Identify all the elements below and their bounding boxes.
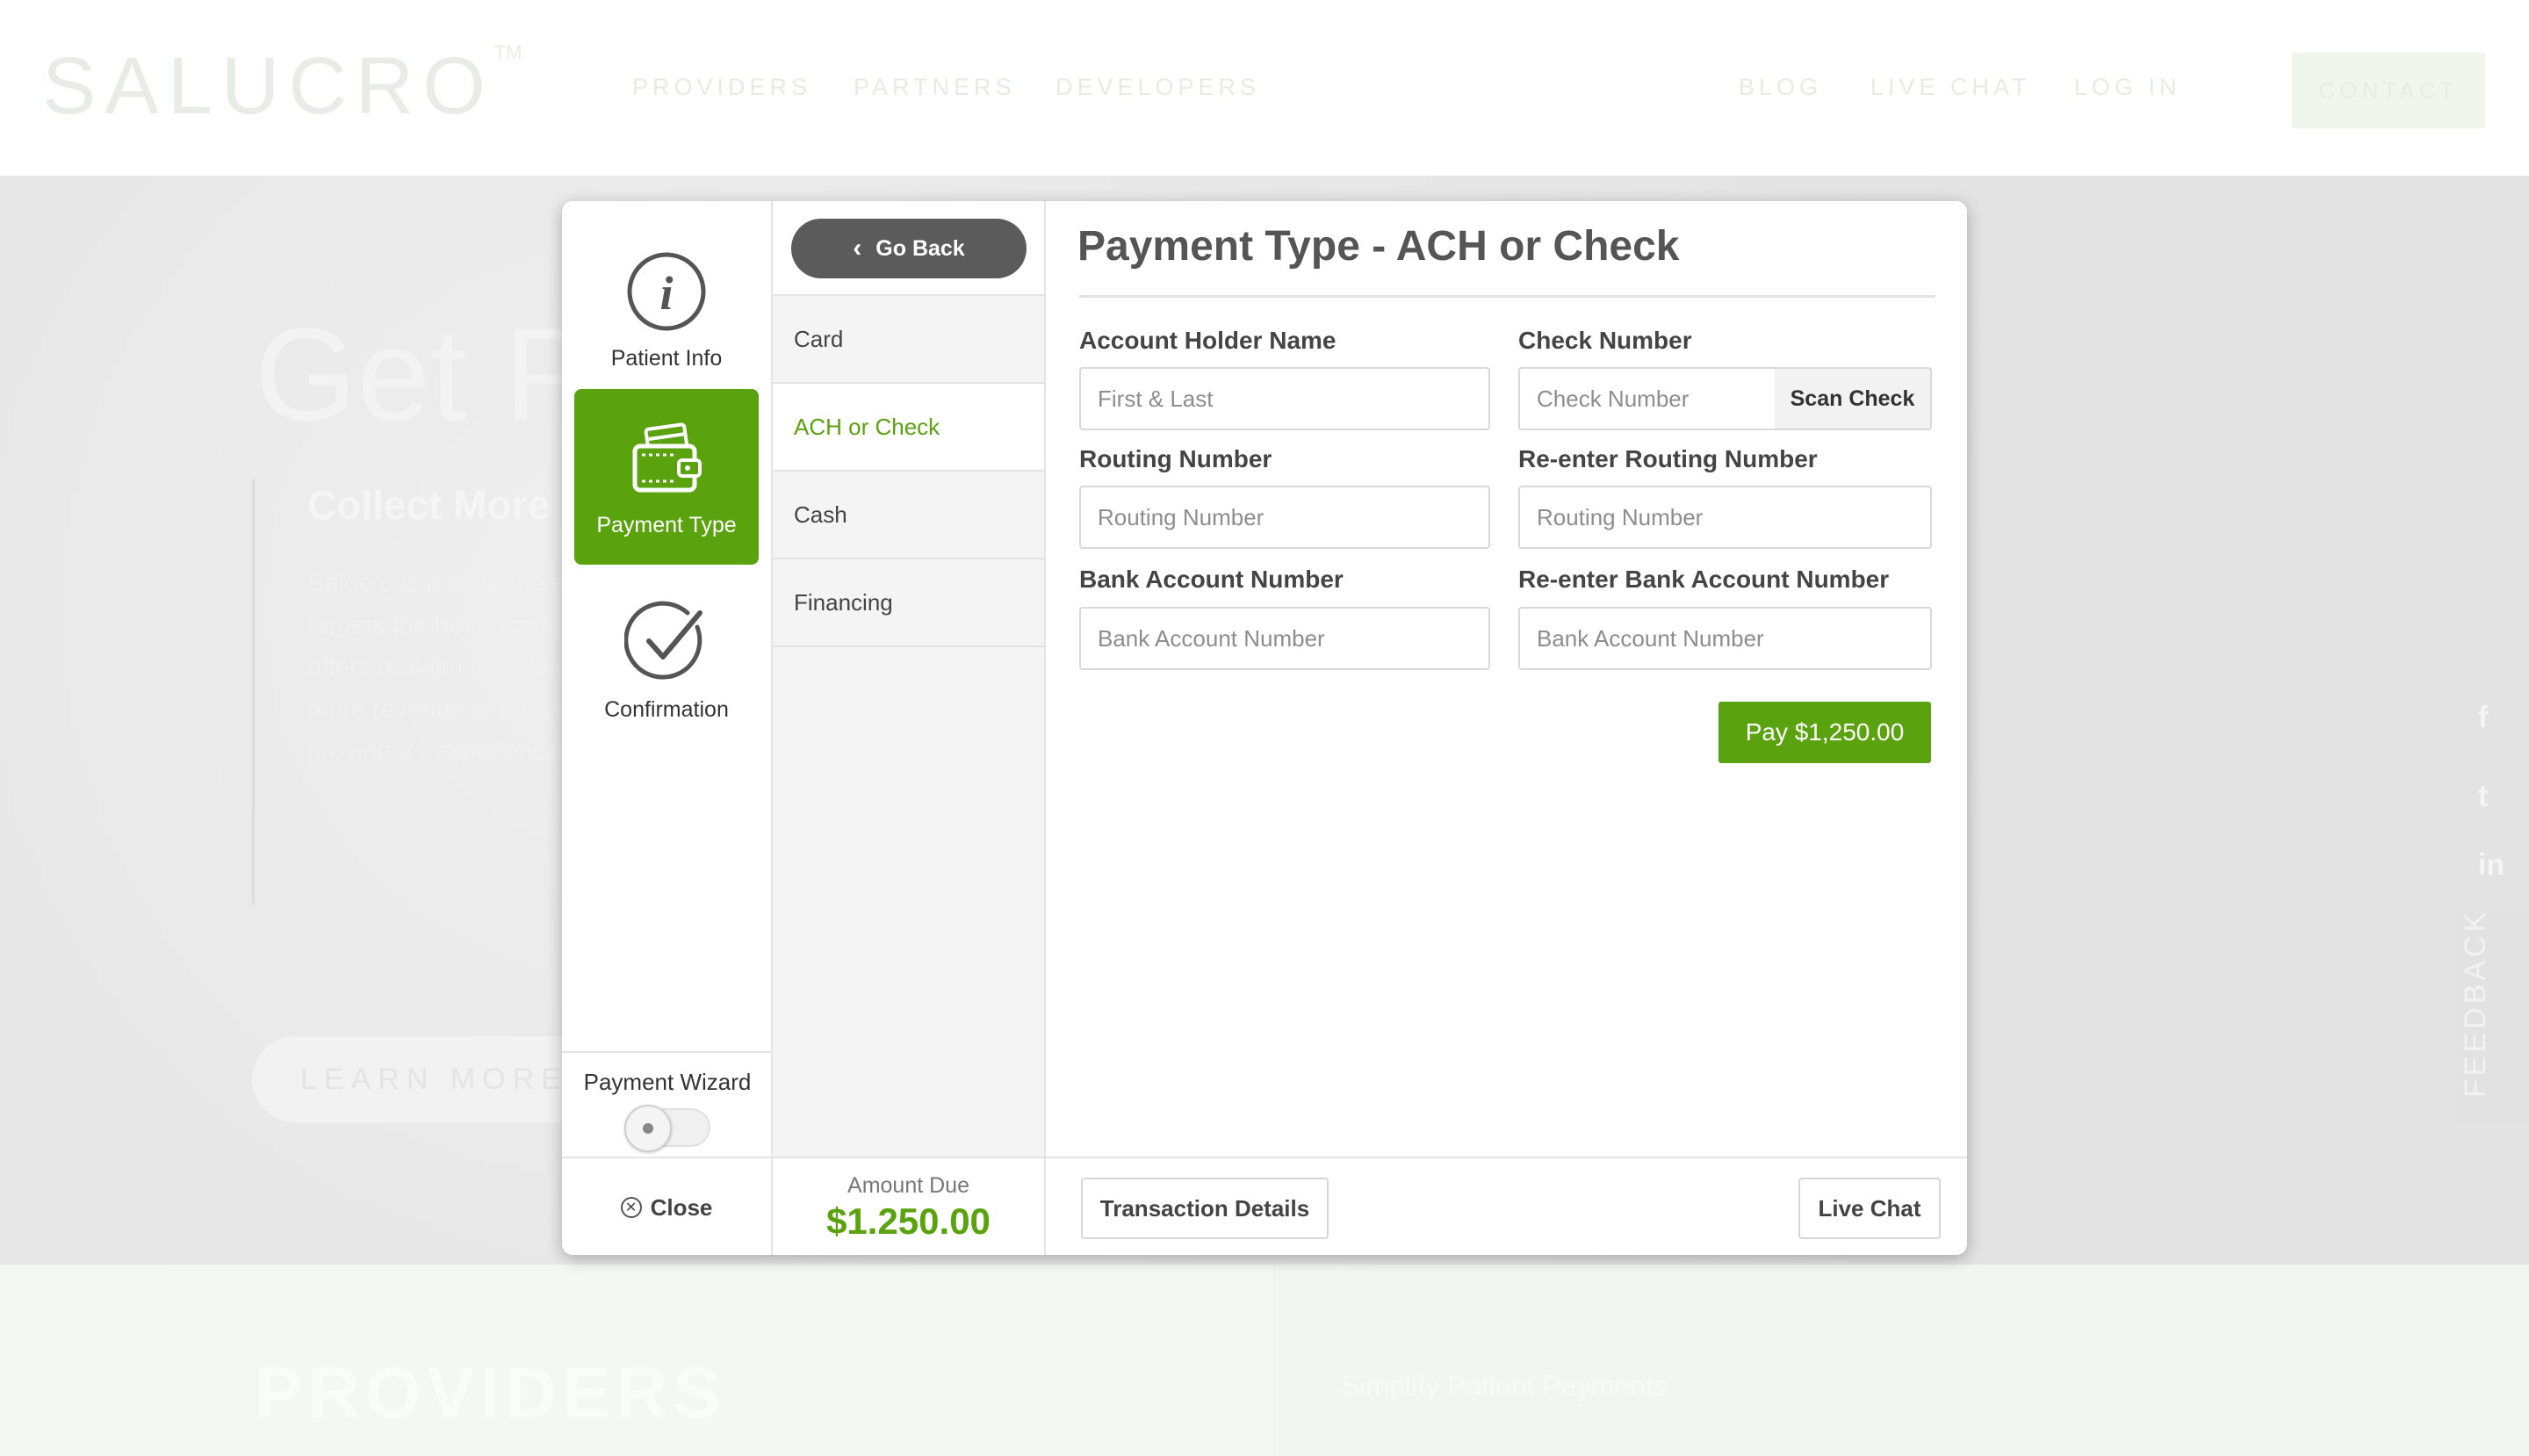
account-holder-input[interactable] [1079,367,1490,430]
form-title: Payment Type - ACH or Check [1077,223,1680,270]
feedback-label: FEEDBACK [2459,908,2492,1098]
nav-live-chat[interactable]: LIVE CHAT [1870,74,2031,101]
facebook-icon[interactable]: f [2478,701,2510,736]
payment-type-financing[interactable]: Financing [773,559,1044,647]
modal-footer: ✕ Close Amount Due $1.250.00 Transaction… [562,1157,1967,1255]
providers-title: PROVIDERS [255,1353,726,1433]
providers-tagline: Simplify Patient Payments [1341,1370,1668,1402]
go-back-button[interactable]: ‹ Go Back [791,219,1027,278]
logo-text: SALUCRO [42,41,494,131]
steps-column: i Patient Info Payment Type Confirmation [562,201,773,1157]
amount-due-value: $1.250.00 [826,1200,991,1242]
routing-number-label: Routing Number [1079,445,1272,472]
check-number-input[interactable] [1518,367,1776,430]
routing-number-input[interactable] [1079,486,1490,549]
payment-wizard: Payment Wizard [562,1051,773,1157]
title-divider [1079,295,1935,298]
nav-developers[interactable]: DEVELOPERS [1056,74,1260,101]
step-label: Patient Info [610,345,723,371]
logo-trademark: TM [494,41,522,64]
hero-divider [252,479,255,905]
toggle-knob [624,1105,672,1152]
bank-account-label: Bank Account Number [1079,566,1344,593]
providers-panel: Simplify Patient Payments [1273,1265,2529,1456]
account-holder-label: Account Holder Name [1079,327,1337,354]
providers-section: PROVIDERS Simplify Patient Payments [0,1265,2529,1456]
scan-check-button[interactable]: Scan Check [1775,367,1932,430]
info-icon: i [627,252,706,330]
step-confirmation[interactable]: Confirmation [574,573,759,749]
reenter-bank-account-label: Re-enter Bank Account Number [1518,566,1890,593]
feedback-tab[interactable]: FEEDBACK [2455,909,2529,1124]
nav-log-in[interactable]: LOG IN [2074,74,2181,101]
transaction-details-button[interactable]: Transaction Details [1081,1178,1329,1239]
close-icon: ✕ [620,1197,642,1218]
hero-subtitle: Collect More [307,482,551,528]
contact-button[interactable]: CONTACT [2292,53,2485,128]
nav-partners[interactable]: PARTNERS [854,74,1016,101]
payment-wizard-label: Payment Wizard [583,1069,752,1095]
payment-modal: i Patient Info Payment Type Confirmation [562,201,1967,1255]
payment-type-card[interactable]: Card [773,296,1044,384]
nav-providers[interactable]: PROVIDERS [632,74,811,101]
reenter-bank-account-input[interactable] [1518,607,1932,670]
payment-types-column: ‹ Go Back Card ACH or Check Cash Financi… [773,201,1046,1157]
pay-button[interactable]: Pay $1,250.00 [1718,702,1931,763]
reenter-routing-input[interactable] [1518,486,1932,549]
site-header: SALUCROTM PROVIDERS PARTNERS DEVELOPERS … [0,0,2529,176]
go-back-label: Go Back [875,235,965,261]
step-payment-type[interactable]: Payment Type [574,389,759,565]
payment-type-ach-check[interactable]: ACH or Check [773,384,1044,472]
salucro-logo[interactable]: SALUCROTM [42,40,522,133]
payment-wizard-toggle[interactable] [624,1105,710,1152]
live-chat-button[interactable]: Live Chat [1798,1178,1941,1239]
ach-form: Payment Type - ACH or Check Account Hold… [1046,201,1967,1157]
payment-type-cash[interactable]: Cash [773,472,1044,559]
reenter-routing-label: Re-enter Routing Number [1518,445,1818,472]
step-label: Confirmation [604,696,729,722]
step-label: Payment Type [596,512,737,537]
nav-blog[interactable]: BLOG [1739,74,1822,101]
amount-due-label: Amount Due [847,1172,969,1198]
step-patient-info[interactable]: i Patient Info [574,222,759,398]
check-circle-icon [624,601,702,680]
wallet-icon [632,422,702,492]
close-label: Close [650,1193,713,1221]
linkedin-icon[interactable]: in [2478,848,2510,883]
amount-due: Amount Due $1.250.00 [773,1158,1046,1255]
check-number-label: Check Number [1518,327,1692,354]
bank-account-input[interactable] [1079,607,1490,670]
chevron-left-icon: ‹ [853,234,862,263]
svg-text:i: i [659,267,673,320]
twitter-icon[interactable]: t [2478,780,2510,815]
close-button[interactable]: ✕ Close [562,1158,773,1255]
